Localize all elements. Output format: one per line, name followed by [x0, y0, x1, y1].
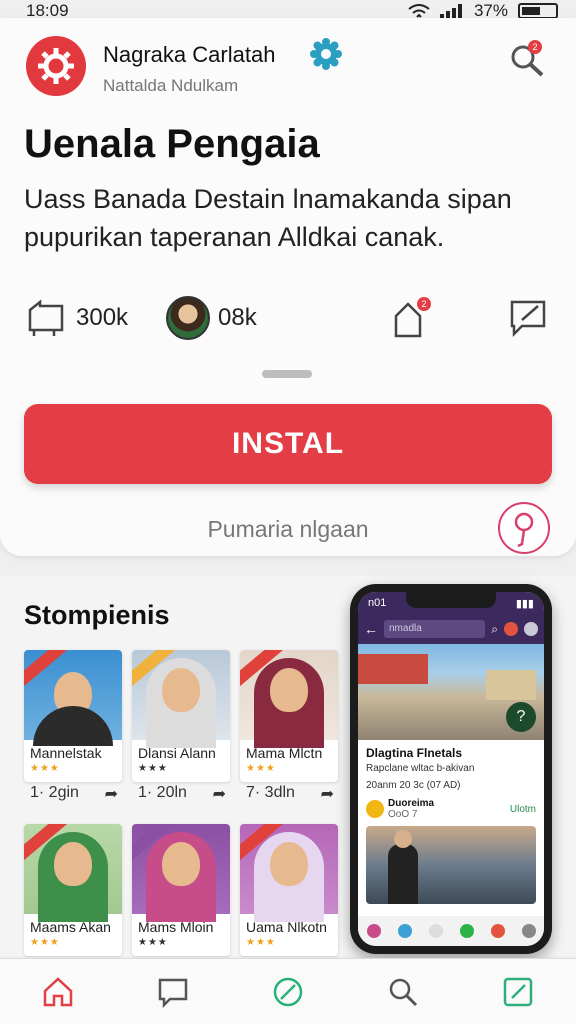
card-stars: ★★★ [246, 763, 276, 774]
grid-card[interactable]: Uama Nlkotn ★★★ [240, 824, 338, 956]
phone-author-sub: OoO 7 [388, 809, 418, 820]
phone-subtitle-date: 20anm 20 3c (07 AD) [366, 780, 461, 791]
pin-button[interactable] [498, 502, 550, 554]
nav-search[interactable] [381, 970, 425, 1014]
phone-hero-image: ? [358, 644, 544, 740]
secondary-link[interactable]: Pumaria nlgaan [0, 516, 576, 543]
card-meta: 1· 20ln ➦ [132, 784, 230, 804]
phone-preview[interactable]: n01 ▮▮▮ ← nmadla ⌕ ? Dlagtina Flnetals R… [350, 584, 552, 954]
verified-badge-icon [310, 38, 342, 70]
card-photo [24, 824, 122, 922]
phone-author-row: Duoreima OoO 7 Ulotm [358, 794, 544, 824]
reviews-stat: 08k [166, 296, 257, 340]
card-photo [24, 650, 122, 746]
reviewer-avatar [166, 296, 210, 340]
grid-card[interactable]: Dlansi Alann ★★★ [132, 650, 230, 782]
signal-icon [439, 4, 462, 18]
share-icon[interactable] [506, 296, 550, 340]
download-box-icon [28, 299, 64, 336]
card-stars: ★★★ [138, 937, 168, 948]
card-meta-text: 1· 2gin [30, 784, 79, 801]
grid-card[interactable]: Mannelstak ★★★ [24, 650, 122, 782]
share-arrow-icon[interactable]: ➦ [321, 784, 334, 804]
card-photo [132, 650, 230, 748]
card-stars: ★★★ [246, 937, 276, 948]
app-title: Uenala Pengaia [24, 122, 320, 166]
card-stars: ★★★ [138, 763, 168, 774]
sun-icon [366, 800, 384, 818]
home-icon [43, 976, 72, 1006]
card-meta: 1· 2gin ➦ [24, 784, 122, 804]
phone-profile-icon[interactable] [524, 622, 538, 636]
phone-screen: n01 ▮▮▮ ← nmadla ⌕ ? Dlagtina Flnetals R… [358, 592, 544, 946]
edit-icon [504, 977, 533, 1006]
downloads-count: 300k [76, 304, 129, 331]
card-meta: 7· 3dln ➦ [240, 784, 338, 804]
card-photo [240, 650, 338, 748]
card-meta-text: 7· 3dln [246, 784, 295, 801]
app-description: Uass Banada Destain lnamakanda sipan pup… [24, 184, 512, 252]
phone-notch [406, 592, 496, 608]
phone-search-input[interactable]: nmadla [384, 620, 486, 638]
phone-nav-icon[interactable] [397, 924, 412, 938]
phone-tag: Ulotm [509, 803, 536, 815]
battery-icon [518, 3, 558, 19]
card-stars: ★★★ [30, 763, 60, 774]
grid-card[interactable]: Mams Mloin ★★★ [132, 824, 230, 956]
card-photo [132, 824, 230, 922]
phone-author: Duoreima [388, 798, 435, 809]
developer-name[interactable]: Nagraka Carlatah [103, 42, 275, 68]
phone-subtitle: Rapclane wltac b-akivan [366, 763, 475, 774]
nav-edit[interactable] [496, 970, 540, 1014]
phone-nav-icon[interactable] [366, 924, 381, 938]
downloads-stat: 300k [24, 296, 128, 340]
help-icon[interactable]: ? [506, 702, 536, 732]
nav-chat[interactable] [151, 970, 195, 1014]
svg-text:2: 2 [532, 42, 537, 52]
svg-text:2: 2 [421, 299, 426, 309]
back-arrow-icon[interactable]: ← [364, 621, 378, 637]
phone-second-image [366, 826, 536, 904]
phone-search-icon[interactable]: ⌕ [491, 622, 498, 637]
share-arrow-icon[interactable]: ➦ [105, 784, 118, 804]
chat-icon [158, 978, 188, 1008]
install-button[interactable]: INSTAL [24, 404, 552, 484]
phone-nav-icon[interactable] [428, 924, 443, 938]
tag-notification-icon[interactable]: 2 [388, 296, 432, 340]
phone-signal-icon: ▮▮▮ [515, 597, 534, 610]
grid-card[interactable]: Maams Akan ★★★ [24, 824, 122, 956]
wifi-icon [408, 4, 430, 18]
share-arrow-icon[interactable]: ➦ [213, 784, 226, 804]
search-icon[interactable]: 2 [508, 40, 546, 78]
compass-icon [273, 977, 303, 1006]
phone-title: Dlagtina Flnetals [366, 746, 463, 760]
phone-bottom-bar [358, 916, 544, 946]
app-header-card: Nagraka Carlatah Nattalda Ndulkam 2 Uena… [0, 18, 576, 556]
phone-nav-icon[interactable] [490, 924, 505, 938]
grid-card[interactable]: Mama Mlctn ★★★ [240, 650, 338, 782]
phone-nav-icon[interactable] [459, 924, 474, 938]
drag-handle[interactable] [262, 370, 312, 378]
bottom-nav [0, 958, 576, 1024]
section-title: Stompienis [24, 600, 170, 630]
phone-status-time: n01 [368, 597, 387, 609]
search-icon [389, 978, 418, 1006]
app-logo[interactable] [26, 36, 86, 96]
gear-icon [38, 48, 74, 84]
phone-nav-icon[interactable] [521, 924, 536, 938]
card-photo [240, 824, 338, 922]
card-meta-text: 1· 20ln [138, 784, 187, 801]
nav-explore[interactable] [266, 970, 310, 1014]
phone-toolbar: ← nmadla ⌕ [358, 614, 544, 644]
phone-menu-icon[interactable] [504, 622, 518, 636]
reviews-count: 08k [218, 304, 257, 331]
pin-icon [514, 512, 534, 548]
developer-subtitle: Nattalda Ndulkam [103, 76, 239, 95]
nav-home[interactable] [36, 970, 80, 1014]
card-stars: ★★★ [30, 937, 60, 948]
